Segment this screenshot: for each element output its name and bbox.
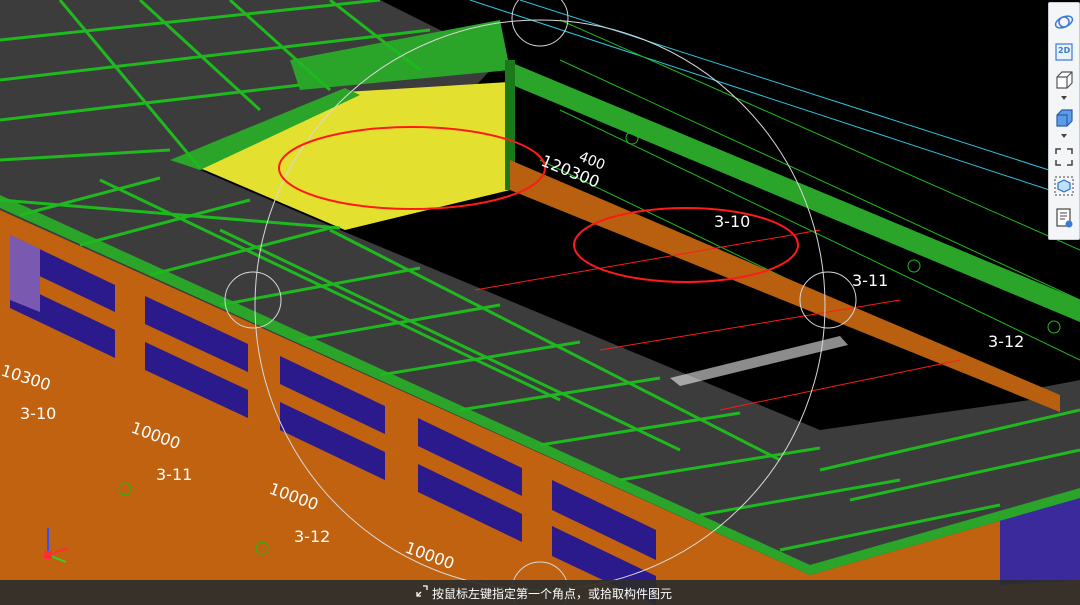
zoom-extents-button[interactable] [1052,146,1076,168]
grid-label: 3-12 [294,527,330,546]
view-3d-button[interactable] [1052,69,1076,91]
chevron-down-icon [1061,134,1067,138]
command-prompt-bar: 按鼠标左键指定第一个角点，或拾取构件图元 [0,580,1080,605]
chevron-down-icon [1061,96,1067,100]
view-2d-button[interactable]: 2D [1052,41,1076,63]
grid-label: 3-10 [714,212,750,231]
3d-model-viewport[interactable]: 3-10 3-11 3-12 3-10 3-11 3-12 120300 100… [0,0,1080,605]
orbit-icon [1054,15,1074,29]
view-2d-label: 2D [1058,46,1071,55]
grid-label: 3-11 [852,271,888,290]
properties-button[interactable] [1052,207,1076,229]
cube-view-icon [1056,109,1073,127]
orbit-button[interactable] [1052,11,1076,33]
shaded-view-button[interactable] [1052,107,1076,129]
cursor-icon [416,585,428,597]
view-toolbar: 2D [1048,2,1080,240]
grid-label: 3-12 [988,332,1024,351]
grid-label: 3-10 [20,404,56,423]
view-3d-dropdown[interactable] [1052,93,1076,103]
shaded-view-dropdown[interactable] [1052,131,1076,141]
command-prompt-text: 按鼠标左键指定第一个角点，或拾取构件图元 [432,587,673,601]
properties-icon [1056,208,1073,228]
display-settings-button[interactable] [1052,175,1076,197]
zoom-extents-icon [1055,148,1073,166]
3d-view-icon [1056,71,1073,89]
display-settings-icon [1054,176,1074,196]
model-canvas[interactable]: 3-10 3-11 3-12 3-10 3-11 3-12 120300 100… [0,0,1080,605]
grid-label: 3-11 [156,465,192,484]
